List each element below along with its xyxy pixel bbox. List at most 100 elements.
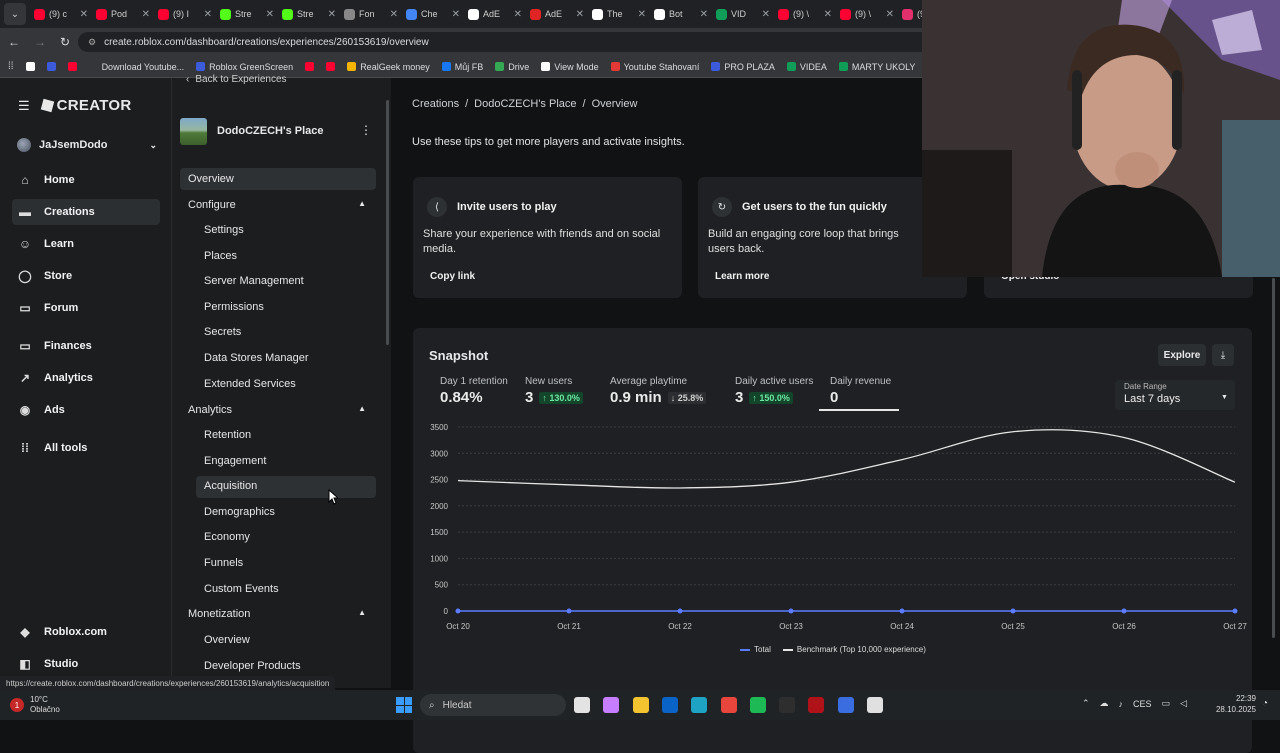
apps-icon[interactable]: ⁞⁞ bbox=[8, 61, 14, 72]
close-tab-icon[interactable]: ✕ bbox=[266, 9, 274, 20]
nav-custom-events[interactable]: Custom Events bbox=[204, 583, 279, 595]
onedrive-icon[interactable]: ☁ bbox=[1100, 698, 1109, 709]
weather-widget[interactable]: 1 10°C Oblačno bbox=[10, 695, 60, 715]
nav-overview[interactable]: Overview bbox=[204, 634, 250, 646]
language-indicator[interactable]: CES bbox=[1133, 699, 1152, 709]
nav-creations[interactable]: ▬ Creations bbox=[12, 199, 160, 225]
taskbar-search[interactable]: ⌕ Hledat bbox=[420, 694, 566, 716]
bookmark-item[interactable] bbox=[326, 62, 336, 72]
browser-tab[interactable]: AdE ✕ bbox=[464, 0, 526, 28]
bookmark-item[interactable] bbox=[305, 62, 315, 72]
breadcrumb-creations[interactable]: Creations bbox=[412, 98, 459, 110]
bookmark-item[interactable]: PRO PLAZA bbox=[711, 62, 775, 72]
nav-retention[interactable]: Retention bbox=[204, 429, 251, 441]
data-point-total[interactable] bbox=[677, 608, 683, 614]
back-icon[interactable]: ← bbox=[8, 35, 20, 49]
folder-icon[interactable] bbox=[632, 697, 649, 713]
explore-button[interactable]: Explore bbox=[1158, 344, 1206, 366]
metric-value[interactable]: 0.9 min ↓ 25.8% bbox=[610, 389, 707, 406]
back-to-experiences-link[interactable]: ‹ Back to Experiences bbox=[186, 74, 287, 85]
nav-forum[interactable]: ▭ Forum bbox=[12, 295, 160, 321]
roblox-icon[interactable] bbox=[867, 697, 883, 713]
download-icon[interactable]: ⤓ bbox=[1212, 344, 1234, 366]
close-tab-icon[interactable]: ✕ bbox=[762, 9, 770, 20]
close-tab-icon[interactable]: ✕ bbox=[328, 9, 336, 20]
metric-value[interactable]: 0 bbox=[830, 389, 838, 406]
data-point-total[interactable] bbox=[1121, 608, 1127, 614]
browser-tab[interactable]: Stre ✕ bbox=[216, 0, 278, 28]
copilot-icon[interactable] bbox=[603, 697, 620, 713]
nav-data-stores-manager[interactable]: Data Stores Manager bbox=[204, 352, 309, 364]
legend-total[interactable]: Total bbox=[740, 645, 771, 654]
data-point-total[interactable] bbox=[788, 608, 794, 614]
browser-tab[interactable]: AdE ✕ bbox=[526, 0, 588, 28]
site-info-icon[interactable]: ⚙ bbox=[88, 37, 96, 48]
nav-places[interactable]: Places bbox=[204, 250, 237, 262]
more-options-icon[interactable]: ⋮ bbox=[360, 123, 372, 137]
nav-server-management[interactable]: Server Management bbox=[204, 275, 304, 287]
user-menu[interactable]: JaJsemDodo ⌄ bbox=[17, 138, 157, 152]
browser-tab[interactable]: (9) \ ✕ bbox=[774, 0, 836, 28]
nav-funnels[interactable]: Funnels bbox=[204, 557, 243, 569]
breadcrumb-experience[interactable]: DodoCZECH's Place bbox=[474, 98, 576, 110]
data-point-total[interactable] bbox=[899, 608, 905, 614]
copy-link-button[interactable]: Copy link bbox=[430, 271, 475, 282]
outlook-icon[interactable] bbox=[661, 697, 678, 713]
nav-studio[interactable]: ◧ Studio bbox=[12, 651, 160, 677]
menu-icon[interactable]: ☰ bbox=[18, 98, 30, 114]
nav-demographics[interactable]: Demographics bbox=[204, 506, 275, 518]
close-tab-icon[interactable]: ✕ bbox=[638, 9, 646, 20]
data-point-total[interactable] bbox=[1010, 608, 1016, 614]
bookmark-item[interactable]: VIDEA bbox=[786, 62, 827, 72]
close-tab-icon[interactable]: ✕ bbox=[700, 9, 708, 20]
nav-permissions[interactable]: Permissions bbox=[204, 301, 264, 313]
notification-icon[interactable]: ◔ bbox=[1262, 698, 1268, 709]
metric-value[interactable]: 0.84% bbox=[440, 389, 483, 406]
browser-tab[interactable]: (9) \ ✕ bbox=[836, 0, 898, 28]
browser-tab[interactable]: Pod ✕ bbox=[92, 0, 154, 28]
windows-start-icon[interactable] bbox=[396, 697, 412, 713]
learn-more-button[interactable]: Learn more bbox=[715, 271, 769, 282]
creator-logo[interactable]: CREATOR bbox=[40, 97, 132, 114]
data-point-total[interactable] bbox=[455, 608, 461, 614]
network-icon[interactable]: ▭ bbox=[1162, 698, 1171, 709]
nav-overview[interactable]: Overview bbox=[188, 173, 234, 185]
bookmark-item[interactable]: RealGeek money bbox=[347, 62, 430, 72]
tab-search-button[interactable]: ⌄ bbox=[4, 3, 26, 25]
nav-acquisition[interactable]: Acquisition bbox=[204, 480, 257, 492]
data-point-total[interactable] bbox=[1232, 608, 1238, 614]
nav-settings[interactable]: Settings bbox=[204, 224, 244, 236]
legend-benchmark[interactable]: Benchmark (Top 10,000 experience) bbox=[782, 645, 926, 654]
nav-store[interactable]: ◯ Store bbox=[12, 263, 160, 289]
roblox-studio-icon[interactable] bbox=[837, 697, 854, 713]
url-text[interactable]: create.roblox.com/dashboard/creations/ex… bbox=[104, 37, 429, 48]
section-analytics[interactable]: Analytics ▲ bbox=[188, 404, 366, 416]
close-tab-icon[interactable]: ✕ bbox=[452, 9, 460, 20]
bookmark-item[interactable]: Můj FB bbox=[441, 62, 483, 72]
browser-tab[interactable]: Stre ✕ bbox=[278, 0, 340, 28]
nav-roblox-com[interactable]: ◆ Roblox.com bbox=[12, 619, 160, 645]
epic-games-icon[interactable] bbox=[808, 697, 825, 713]
chevron-up-icon[interactable]: ⌃ bbox=[1082, 698, 1090, 709]
bookmark-item[interactable] bbox=[67, 62, 77, 72]
close-tab-icon[interactable]: ✕ bbox=[886, 9, 894, 20]
forward-icon[interactable]: → bbox=[34, 35, 46, 49]
section-configure[interactable]: Configure ▲ bbox=[188, 199, 366, 211]
bookmark-item[interactable]: Download Youtube... bbox=[88, 62, 184, 72]
data-point-total[interactable] bbox=[566, 608, 572, 614]
nav-finances[interactable]: ▭ Finances bbox=[12, 333, 160, 359]
browser-tab[interactable]: The ✕ bbox=[588, 0, 650, 28]
nav-all-tools[interactable]: ⁞⁞ All tools bbox=[12, 435, 160, 461]
browser-tab[interactable]: Che ✕ bbox=[402, 0, 464, 28]
scrollbar[interactable] bbox=[386, 100, 389, 345]
bookmark-item[interactable] bbox=[25, 62, 35, 72]
file-explorer-icon[interactable] bbox=[574, 697, 590, 713]
mic-icon[interactable]: ♪ bbox=[1119, 699, 1124, 709]
close-tab-icon[interactable]: ✕ bbox=[576, 9, 584, 20]
bookmark-item[interactable]: MARTY UKOLY bbox=[838, 62, 915, 72]
address-bar[interactable]: ⚙ create.roblox.com/dashboard/creations/… bbox=[78, 32, 938, 52]
edge-icon[interactable] bbox=[691, 697, 708, 713]
bookmark-item[interactable]: Youtube Stahovaní bbox=[610, 62, 699, 72]
section-monetization[interactable]: Monetization ▲ bbox=[188, 608, 366, 620]
chrome-icon[interactable] bbox=[720, 697, 737, 713]
